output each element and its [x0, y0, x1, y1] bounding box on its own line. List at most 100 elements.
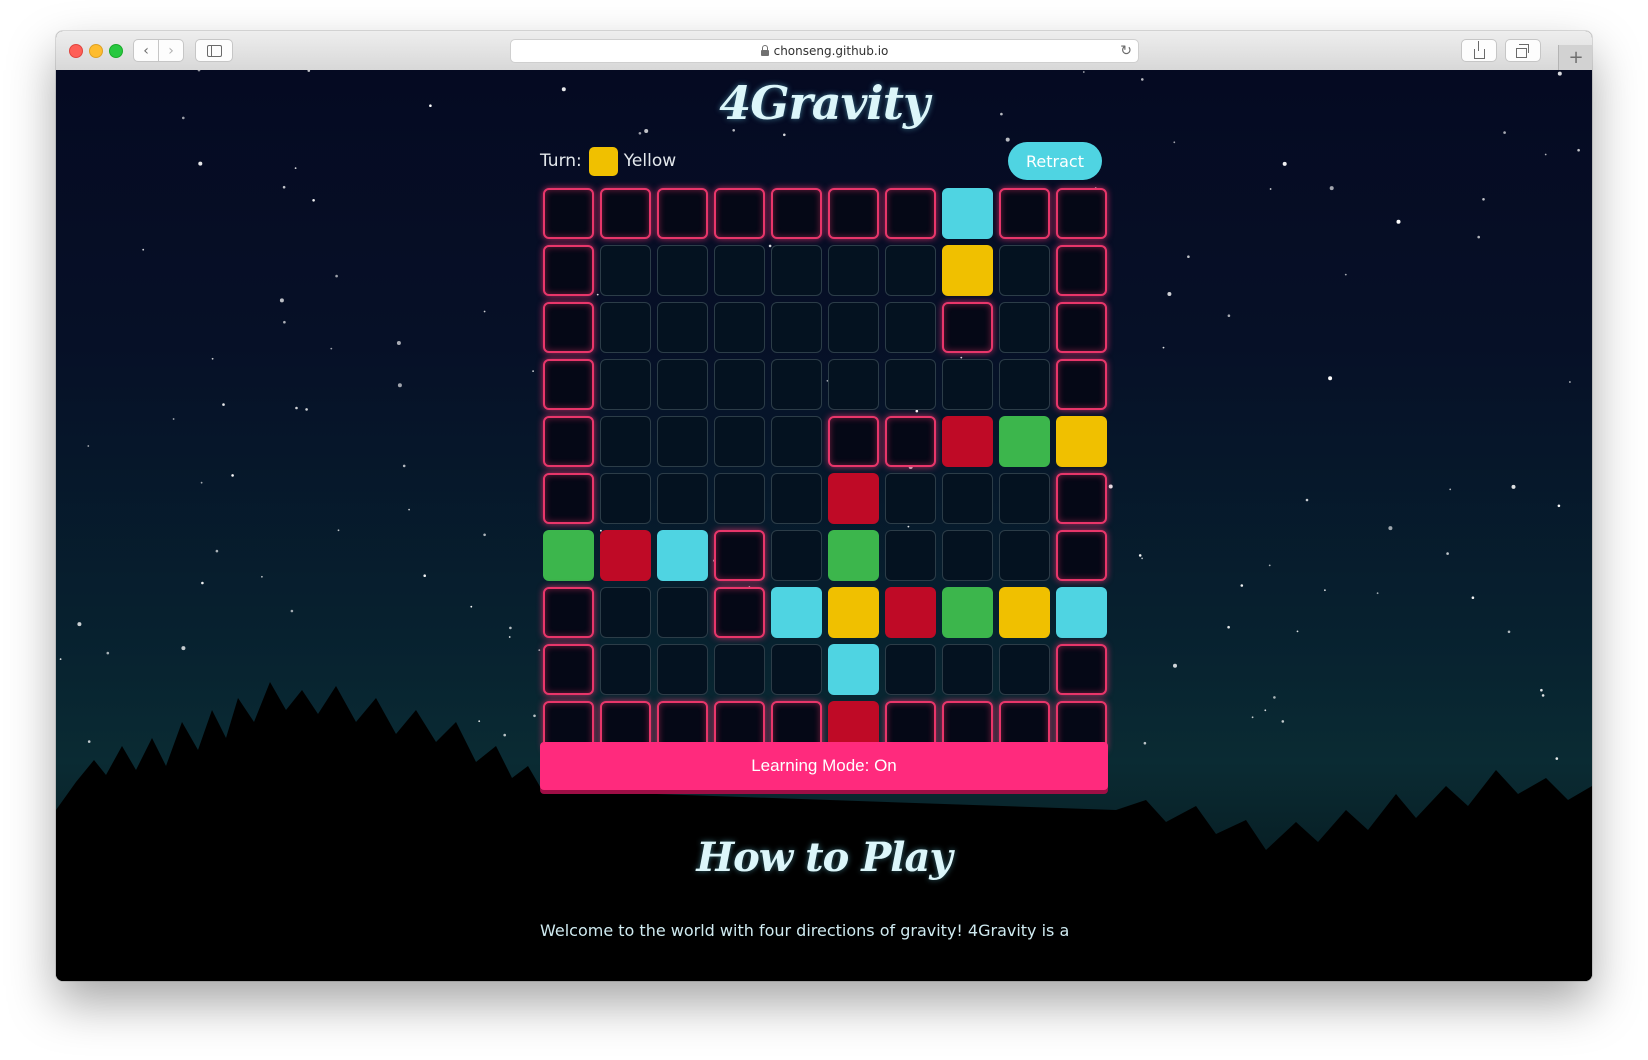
board-cell-empty	[885, 302, 936, 353]
star	[295, 406, 298, 410]
board-cell-yellow	[828, 587, 879, 638]
minimize-window-button[interactable]	[89, 44, 103, 58]
star	[1173, 141, 1176, 144]
browser-toolbar: ‹ › chonseng.github.io ↻ +	[56, 31, 1592, 71]
star	[172, 418, 175, 420]
sidebar-toggle-button[interactable]	[195, 39, 233, 62]
board-cell-wall[interactable]	[1056, 359, 1107, 410]
turn-player-name: Yellow	[623, 151, 677, 171]
board-cell-wall[interactable]	[1056, 644, 1107, 695]
board-cell-wall[interactable]	[543, 359, 594, 410]
star	[279, 298, 284, 303]
star	[1503, 131, 1506, 134]
board-cell-empty	[828, 302, 879, 353]
board-cell-empty	[657, 644, 708, 695]
retract-button[interactable]: Retract	[1008, 142, 1102, 180]
board-cell-wall[interactable]	[600, 188, 651, 239]
board-cell-red	[828, 473, 879, 524]
star	[1482, 198, 1485, 201]
star	[1507, 630, 1511, 634]
star	[1138, 554, 1142, 557]
star	[509, 626, 512, 630]
board-cell-wall[interactable]	[885, 416, 936, 467]
board-cell-cyan	[1056, 587, 1107, 638]
board-cell-empty	[714, 416, 765, 467]
board-cell-yellow	[999, 587, 1050, 638]
board-cell-empty	[600, 644, 651, 695]
board-cell-red	[600, 530, 651, 581]
board-cell-empty	[714, 359, 765, 410]
reload-icon[interactable]: ↻	[1120, 43, 1132, 59]
turn-label: Turn:	[540, 151, 582, 171]
board-cell-wall[interactable]	[543, 245, 594, 296]
board-cell-wall[interactable]	[942, 302, 993, 353]
board-cell-wall[interactable]	[543, 587, 594, 638]
star	[222, 403, 225, 406]
board-cell-empty	[771, 359, 822, 410]
board-cell-cyan	[771, 587, 822, 638]
star	[1557, 504, 1561, 508]
star	[1273, 696, 1276, 699]
board-cell-wall[interactable]	[657, 188, 708, 239]
board-cell-empty	[600, 245, 651, 296]
board-cell-wall[interactable]	[1056, 473, 1107, 524]
star	[1268, 564, 1271, 567]
board-cell-wall[interactable]	[1056, 302, 1107, 353]
board-cell-empty	[999, 302, 1050, 353]
board-cell-wall[interactable]	[714, 188, 765, 239]
board-cell-wall[interactable]	[543, 416, 594, 467]
page-content: 4Gravity Turn: Yellow Retract Learning M…	[56, 70, 1592, 981]
board-cell-wall[interactable]	[771, 188, 822, 239]
star	[283, 320, 286, 324]
board-cell-wall[interactable]	[543, 302, 594, 353]
star	[59, 658, 62, 660]
board-cell-wall[interactable]	[543, 188, 594, 239]
zoom-window-button[interactable]	[109, 44, 123, 58]
board-cell-green	[999, 416, 1050, 467]
star	[307, 70, 311, 72]
board-cell-wall[interactable]	[714, 587, 765, 638]
back-button[interactable]: ‹	[133, 39, 159, 62]
board-cell-wall[interactable]	[828, 416, 879, 467]
board-cell-empty	[999, 530, 1050, 581]
board-cell-wall[interactable]	[543, 644, 594, 695]
url-text: chonseng.github.io	[773, 44, 889, 58]
board-cell-empty	[657, 416, 708, 467]
star	[201, 581, 204, 585]
star	[532, 370, 534, 372]
board-cell-empty	[600, 359, 651, 410]
learning-mode-button[interactable]: Learning Mode: On	[540, 742, 1108, 790]
star	[1240, 584, 1244, 587]
address-bar[interactable]: chonseng.github.io ↻	[510, 39, 1139, 63]
star	[478, 720, 481, 723]
star	[335, 274, 338, 278]
board-cell-red	[885, 587, 936, 638]
star	[1167, 292, 1172, 296]
board-cell-empty	[885, 359, 936, 410]
board-cell-empty	[771, 245, 822, 296]
star	[200, 481, 203, 484]
star	[1187, 255, 1190, 258]
close-window-button[interactable]	[69, 44, 83, 58]
game-board	[541, 186, 1107, 752]
board-cell-wall[interactable]	[885, 188, 936, 239]
board-cell-wall[interactable]	[828, 188, 879, 239]
board-cell-wall[interactable]	[999, 188, 1050, 239]
share-button[interactable]	[1461, 39, 1497, 62]
how-to-play-intro: Welcome to the world with four direction…	[540, 921, 1070, 940]
browser-window: ‹ › chonseng.github.io ↻ + 4Gravity Turn…	[56, 31, 1592, 981]
tabs-overview-button[interactable]	[1505, 39, 1541, 62]
star	[312, 199, 315, 202]
board-cell-red	[942, 416, 993, 467]
forward-button[interactable]: ›	[158, 39, 184, 62]
board-cell-empty	[657, 473, 708, 524]
board-cell-wall[interactable]	[1056, 245, 1107, 296]
board-cell-wall[interactable]	[1056, 188, 1107, 239]
star	[503, 733, 507, 737]
star	[337, 529, 340, 532]
board-cell-wall[interactable]	[1056, 530, 1107, 581]
board-cell-wall[interactable]	[714, 530, 765, 581]
board-cell-wall[interactable]	[543, 473, 594, 524]
star	[1005, 137, 1010, 142]
new-tab-button[interactable]: +	[1558, 45, 1592, 70]
